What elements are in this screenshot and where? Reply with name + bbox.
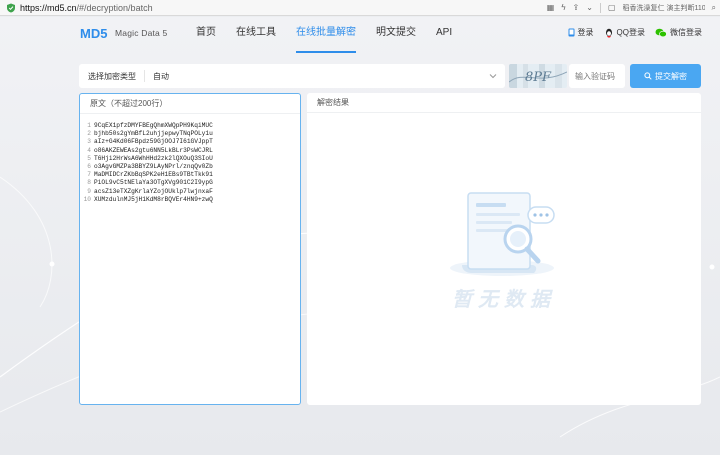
browser-address-bar: https://md5.cn/#/decryption/batch ▦ ϟ ⇪ … — [0, 0, 720, 16]
qq-login-link[interactable]: QQ登录 — [604, 27, 645, 38]
divider — [599, 2, 601, 13]
menu-item-batch-decrypt[interactable]: 在线批量解密 — [286, 17, 366, 53]
logo-mark-icon: MD5 — [80, 26, 107, 41]
submit-decrypt-label: 提交解密 — [655, 71, 687, 81]
qq-icon — [605, 28, 612, 37]
decrypt-type-bar: 选择加密类型 自动 — [79, 64, 505, 88]
line-text: o3AgvGMZPa3BBYZ9LAyNPrl/znqQv0Zb — [94, 163, 213, 171]
wechat-login-label: 微信登录 — [670, 28, 702, 37]
line-text: acsZ13eTXZgKrlaYZojOUklp7lwjnxaF — [94, 187, 213, 195]
result-panel: 解密结果 暂无数据 — [307, 93, 701, 405]
line-number: 6 — [87, 163, 91, 171]
menu-item-submit-plaintext[interactable]: 明文提交 — [366, 17, 426, 53]
code-line: 10 XUMzdulnMJ5jH1KdM8rBQVEr4HN9+zwQ — [80, 196, 300, 204]
encryption-type-label: 选择加密类型 — [88, 71, 136, 81]
result-panel-title: 解密结果 — [307, 93, 701, 113]
line-text: 9CqEX1pfzDMYFBEgQhmXWQpPH9KqiMUC — [94, 122, 213, 129]
search-icon[interactable]: ⌕ — [712, 3, 716, 13]
address-url[interactable]: https://md5.cn/#/decryption/batch — [20, 3, 153, 13]
svg-text:MD5: MD5 — [80, 26, 107, 41]
captcha-image[interactable]: 8PF — [509, 64, 567, 88]
url-path: /#/decryption/batch — [76, 2, 153, 13]
line-text: XUMzdulnMJ5jH1KdM8rBQVEr4HN9+zwQ — [94, 195, 213, 203]
code-line: 5 T6Hji2HrWsA6WhHHd2zk2lQXOuQ3SIoU — [80, 155, 300, 163]
hot-search-text[interactable]: 稻香洗澡复仁 演主判断110万 — [623, 3, 705, 13]
line-number: 3 — [87, 138, 91, 146]
lightning-icon[interactable]: ϟ — [561, 3, 565, 12]
line-text: aIz+G4Kd06FBpdz59GjOOJ7I61GVJppT — [94, 138, 213, 146]
hot-search-icon: ▢ — [607, 3, 616, 12]
encryption-type-select[interactable]: 自动 — [153, 71, 505, 82]
top-navigation: MD5 Magic Data 5 首页 在线工具 在线批量解密 明文提交 API… — [0, 17, 720, 53]
login-link[interactable]: 登录 — [568, 27, 594, 38]
captcha-input[interactable] — [569, 64, 625, 88]
menu-item-online-tools[interactable]: 在线工具 — [226, 17, 286, 53]
line-number: 8 — [87, 179, 91, 187]
login-label: 登录 — [577, 28, 594, 37]
menu-item-api[interactable]: API — [426, 17, 462, 53]
divider — [144, 70, 145, 82]
code-line: 6 o3AgvGMZPa3BBYZ9LAyNPrl/znqQv0Zb — [80, 163, 300, 171]
menu-item-home[interactable]: 首页 — [186, 17, 226, 53]
submit-decrypt-button[interactable]: 提交解密 — [630, 64, 701, 88]
line-text: PiOL9vC5tNElaYa3OTgXVg901C2I9ypG — [94, 179, 213, 187]
site-logo[interactable]: MD5 Magic Data 5 — [80, 25, 167, 41]
secure-shield-icon — [7, 3, 15, 12]
url-host: https://md5.cn — [20, 2, 77, 13]
line-number: 10 — [83, 195, 91, 203]
line-number: 4 — [87, 146, 91, 154]
code-line: 4 o86AKZEWEAs2gtu6NN5LkBLr3PsWCJRL — [80, 147, 300, 155]
grid-icon[interactable]: ▦ — [547, 3, 555, 12]
logo-text: Magic Data 5 — [115, 28, 168, 38]
svg-text:8PF: 8PF — [525, 70, 552, 85]
phone-icon — [568, 28, 575, 37]
code-line: 3 aIz+G4Kd06FBpdz59GjOOJ7I61GVJppT — [80, 138, 300, 146]
code-line: 1 9CqEX1pfzDMYFBEgQhmXWQpPH9KqiMUC — [80, 122, 300, 130]
line-text: MaDMIDCrZKbBqSPK2eH1EBs9TBtTkk91 — [94, 171, 213, 179]
share-icon[interactable]: ⇪ — [573, 3, 580, 12]
line-number: 1 — [87, 122, 91, 129]
code-line: 2 bjhb50s2gYmBfL2uhjjepwyTNqPOLy1u — [80, 130, 300, 138]
chevron-down-icon — [489, 74, 497, 79]
code-line: 8 PiOL9vC5tNElaYa3OTgXVg901C2I9ypG — [80, 179, 300, 187]
source-panel-title: 原文（不超过200行） — [80, 94, 300, 114]
main-menu: 首页 在线工具 在线批量解密 明文提交 API — [186, 17, 462, 53]
line-text: T6Hji2HrWsA6WhHHd2zk2lQXOuQ3SIoU — [94, 154, 213, 162]
encryption-type-value: 自动 — [153, 71, 169, 81]
qq-login-label: QQ登录 — [616, 28, 645, 37]
line-number: 2 — [87, 130, 91, 138]
code-line: 9 acsZ13eTXZgKrlaYZojOUklp7lwjnxaF — [80, 188, 300, 196]
line-number: 7 — [87, 171, 91, 179]
empty-data-text: 暂无数据 — [452, 289, 556, 311]
source-editor[interactable]: 1 9CqEX1pfzDMYFBEgQhmXWQpPH9KqiMUC 2 bjhb5… — [80, 114, 300, 204]
source-panel[interactable]: 原文（不超过200行） 1 9CqEX1pfzDMYFBEgQhmXWQpPH9K… — [79, 93, 301, 405]
line-text: bjhb50s2gYmBfL2uhjjepwyTNqPOLy1u — [94, 130, 213, 138]
code-line: 7 MaDMIDCrZKbBqSPK2eH1EBs9TBtTkk91 — [80, 171, 300, 179]
line-number: 5 — [87, 154, 91, 162]
line-text: o86AKZEWEAs2gtu6NN5LkBLr3PsWCJRL — [94, 146, 213, 154]
wechat-login-link[interactable]: 微信登录 — [655, 27, 702, 38]
line-number: 9 — [87, 187, 91, 195]
wechat-icon — [655, 28, 667, 37]
chevron-down-icon[interactable]: ⌄ — [586, 3, 593, 12]
search-icon — [644, 72, 652, 80]
